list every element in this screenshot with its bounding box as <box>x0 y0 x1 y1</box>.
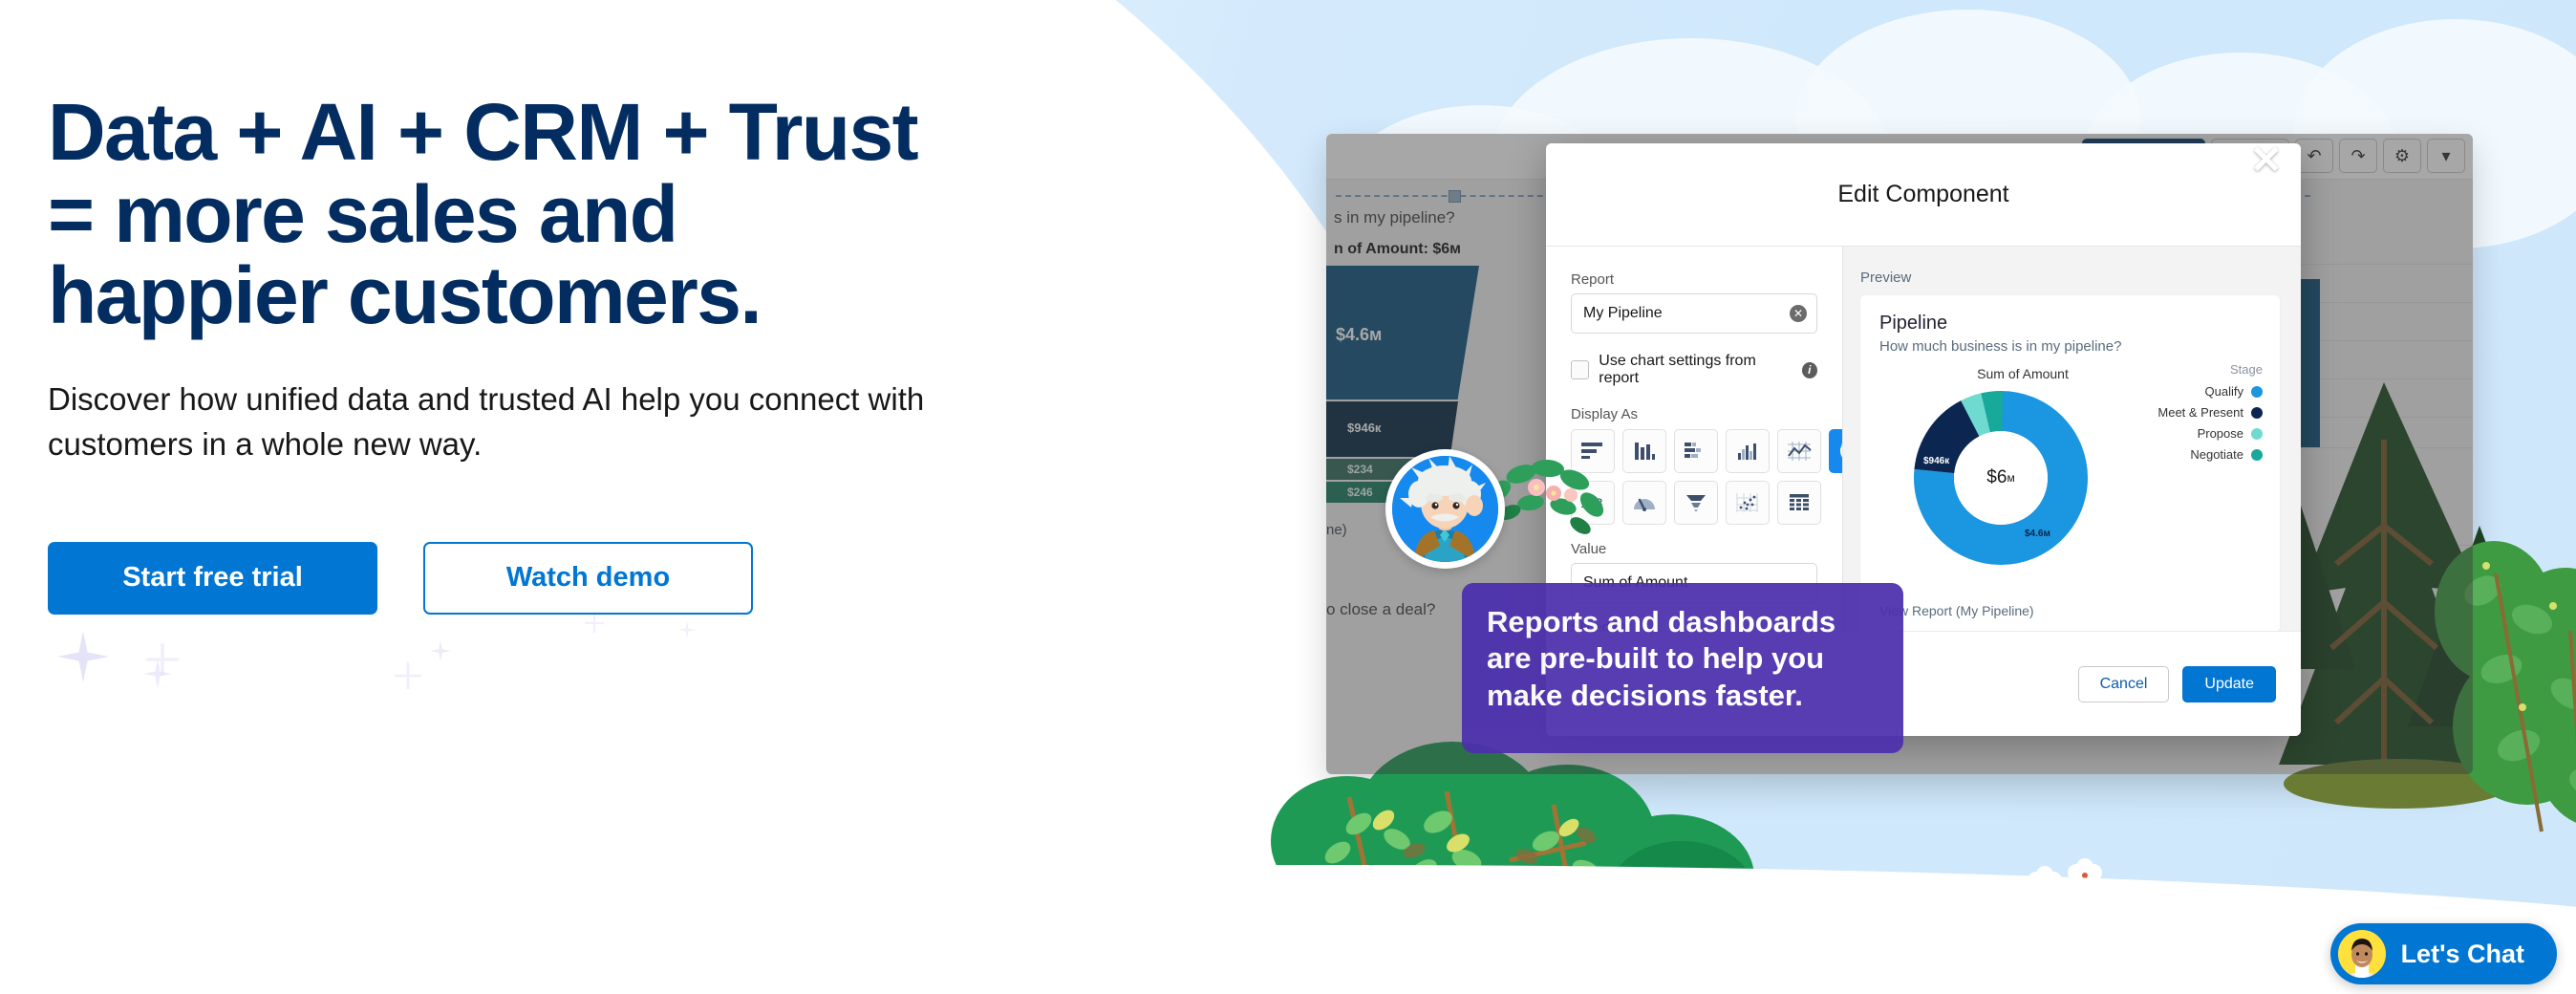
lets-chat-label: Let's Chat <box>2400 939 2524 968</box>
funnel-segment <box>1326 401 1458 457</box>
funnel-chart-icon[interactable] <box>1674 481 1718 525</box>
start-free-trial-button[interactable]: Start free trial <box>48 541 377 615</box>
preview-measure-label: Sum of Amount <box>1977 366 2069 381</box>
preview-label: Preview <box>1860 270 1912 286</box>
sparkle-icon <box>430 640 451 661</box>
view-report-link[interactable]: ne) <box>1326 522 1347 538</box>
donut-chart-icon[interactable] <box>1829 429 1842 473</box>
agent-avatar <box>2337 930 2386 978</box>
legend-swatch <box>2251 448 2263 461</box>
preview-card: Pipeline How much business is in my pipe… <box>1860 295 2280 632</box>
hero-subcopy: Discover how unified data and trusted AI… <box>48 381 925 462</box>
einstein-illustration <box>1392 456 1498 562</box>
donut-slice-label: $4.6м <box>2025 529 2050 539</box>
table-icon[interactable] <box>1777 481 1821 525</box>
sparkle-icon <box>57 631 109 682</box>
funnel-segment-label: $246 <box>1347 486 1373 499</box>
donut-chart: $6 м $946к $4.6м <box>1910 387 2092 569</box>
page-title: Data + AI + CRM + Trust = more sales and… <box>48 87 919 341</box>
report-input[interactable]: My Pipeline ✕ <box>1571 293 1817 334</box>
legend-item-label: Propose <box>2197 426 2243 441</box>
hero-page: Data + AI + CRM + Trust = more sales and… <box>0 0 2576 994</box>
use-chart-settings-row[interactable]: Use chart settings from report i <box>1571 353 1817 387</box>
legend-swatch <box>2251 385 2263 398</box>
legend-item[interactable]: Qualify <box>2157 384 2263 399</box>
gear-icon[interactable]: ⚙ <box>2383 139 2421 173</box>
modal-preview-pane: Preview Pipeline How much business is in… <box>1842 247 2301 632</box>
funnel-segment-label: $4.6м <box>1336 325 1383 344</box>
undo-icon[interactable]: ↶ <box>2295 139 2333 173</box>
use-chart-settings-checkbox[interactable] <box>1571 360 1590 379</box>
avatar <box>1392 456 1498 562</box>
einstein-avatar[interactable] <box>1385 449 1505 569</box>
redo-icon[interactable]: ↷ <box>2339 139 2377 173</box>
vertical-bar-chart-icon[interactable] <box>1622 429 1666 473</box>
bush-decoration <box>2435 541 2576 832</box>
legend-item-label: Qualify <box>2204 384 2243 399</box>
report-field-label: Report <box>1571 271 1615 288</box>
legend-item-label: Meet & Present <box>2157 405 2243 420</box>
panel-question: o close a deal? <box>1326 600 1436 618</box>
preview-subtitle: How much business is in my pipeline? <box>1879 338 2122 355</box>
legend-item[interactable]: Meet & Present <box>2157 405 2263 420</box>
sparkle-icon <box>392 659 424 692</box>
resize-handle[interactable] <box>1449 190 1461 203</box>
modal-form-pane: Report My Pipeline ✕ Use chart settings … <box>1546 247 1842 631</box>
more-icon[interactable]: ▾ <box>2427 139 2465 173</box>
callout-text: Reports and dashboards are pre-built to … <box>1487 605 1836 712</box>
report-input-value: My Pipeline <box>1583 305 1663 321</box>
line-chart-icon[interactable] <box>1777 429 1821 473</box>
legend-item-label: Negotiate <box>2190 447 2243 462</box>
funnel-segment-label: $946к <box>1347 421 1382 435</box>
update-button[interactable]: Update <box>2182 665 2276 702</box>
cancel-button[interactable]: Cancel <box>2077 665 2170 702</box>
hero-copy: Data + AI + CRM + Trust = more sales and… <box>48 87 1252 615</box>
legend-item[interactable]: Propose <box>2157 426 2263 441</box>
legend-swatch <box>2251 406 2263 419</box>
donut-slice-label: $946к <box>1923 456 1950 466</box>
use-chart-settings-label: Use chart settings from report <box>1599 353 1756 386</box>
funnel-segment-label: $234 <box>1347 463 1373 476</box>
lets-chat-button[interactable]: Let's Chat <box>2329 923 2557 984</box>
chart-legend: Stage Qualify Meet & Present Propose Neg… <box>2157 362 2263 468</box>
modal-body: Report My Pipeline ✕ Use chart settings … <box>1546 247 2301 632</box>
gauge-chart-icon[interactable] <box>1622 481 1666 525</box>
watch-demo-button[interactable]: Watch demo <box>423 541 753 615</box>
sparkle-icon <box>583 612 606 635</box>
info-icon[interactable]: i <box>1801 361 1817 378</box>
cta-row: Start free trial Watch demo <box>48 541 1252 615</box>
clear-icon[interactable]: ✕ <box>1790 305 1807 322</box>
display-as-label: Display As <box>1571 406 1639 422</box>
agent-photo <box>2337 930 2386 978</box>
legend-item[interactable]: Negotiate <box>2157 447 2263 462</box>
sparkle-icon <box>143 640 182 679</box>
modal-header: Edit Component <box>1546 143 2301 247</box>
close-icon[interactable]: ✕ <box>2250 141 2283 180</box>
sparkle-icon <box>678 621 696 638</box>
callout-card: Reports and dashboards are pre-built to … <box>1462 583 1903 753</box>
donut-center-value: $6 м <box>1986 467 2015 487</box>
legend-swatch <box>2251 427 2263 440</box>
preview-title: Pipeline <box>1879 313 1948 334</box>
stacked-bar-chart-icon[interactable] <box>1674 429 1718 473</box>
modal-title: Edit Component <box>1837 181 2009 207</box>
legend-title: Stage <box>2230 362 2263 377</box>
scatter-chart-icon[interactable] <box>1726 481 1770 525</box>
grouped-column-chart-icon[interactable] <box>1726 429 1770 473</box>
